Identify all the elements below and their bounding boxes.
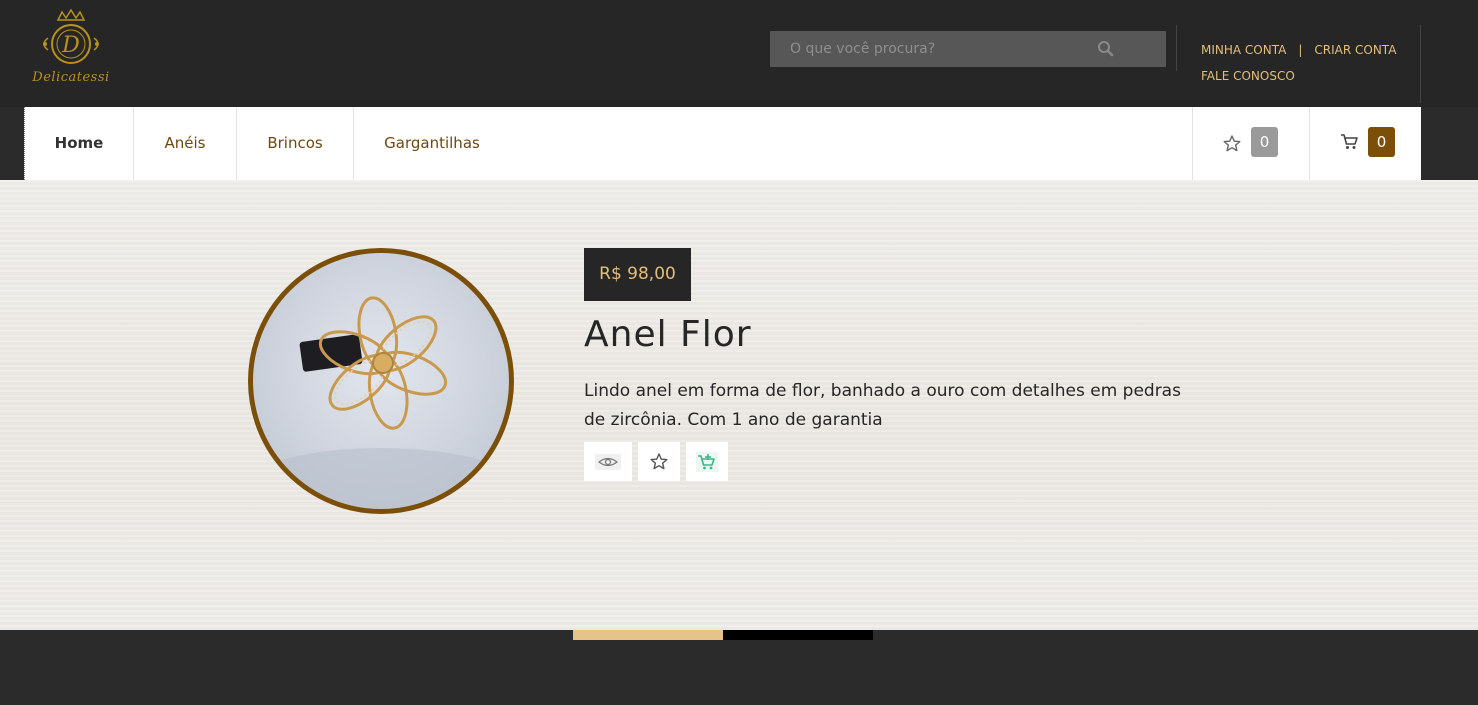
nav-item-gargantilhas[interactable]: Gargantilhas [354, 107, 510, 180]
main-nav: Home Anéis Brincos Gargantilhas 0 0 [24, 107, 1421, 180]
nav-item-label: Brincos [267, 134, 323, 152]
cart-icon [1341, 134, 1358, 149]
logo[interactable]: D Delicatessi [28, 8, 114, 92]
header-divider [1176, 25, 1177, 71]
nav-item-label: Home [54, 134, 104, 152]
eye-icon [595, 453, 621, 470]
nav-item-home[interactable]: Home [25, 107, 134, 180]
product-image[interactable] [248, 248, 514, 514]
crown-monogram-icon: D [43, 8, 99, 64]
create-account-link[interactable]: CRIAR CONTA [1314, 43, 1396, 57]
add-to-wishlist-button[interactable] [638, 442, 680, 481]
cart-count-badge: 0 [1368, 127, 1395, 157]
wishlist-button[interactable]: 0 [1192, 107, 1309, 180]
add-to-cart-icon [696, 451, 718, 472]
nav-item-label: Anéis [164, 134, 206, 152]
cart-button[interactable]: 0 [1309, 107, 1422, 180]
my-account-link[interactable]: MINHA CONTA [1201, 43, 1286, 57]
logo-text: Delicatessi [32, 70, 110, 85]
star-icon [650, 452, 668, 469]
product-title: Anel Flor [584, 314, 752, 355]
slider-indicator-active[interactable] [573, 630, 723, 640]
nav-item-aneis[interactable]: Anéis [134, 107, 237, 180]
header: D Delicatessi MINHA CONTA | CRIAR CONTA FA… [0, 0, 1478, 107]
add-to-cart-button[interactable] [686, 442, 728, 481]
star-icon [1223, 135, 1241, 152]
product-description: Lindo anel em forma de flor, banhado a o… [584, 381, 1181, 430]
contact-link[interactable]: FALE CONOSCO [1201, 69, 1295, 83]
search-bar [770, 31, 1166, 67]
slider-indicator[interactable] [723, 630, 873, 640]
svg-text:D: D [61, 33, 80, 58]
account-links: MINHA CONTA | CRIAR CONTA FALE CONOSCO [1201, 43, 1396, 83]
quick-view-button[interactable] [584, 442, 632, 481]
search-icon[interactable] [1096, 39, 1116, 59]
product-hero: R$ 98,00 Anel Flor Lindo anel em forma d… [0, 180, 1478, 630]
nav-item-brincos[interactable]: Brincos [237, 107, 354, 180]
wishlist-count-badge: 0 [1251, 127, 1278, 157]
nav-item-label: Gargantilhas [384, 134, 480, 152]
product-price: R$ 98,00 [584, 248, 691, 301]
header-divider-right [1420, 25, 1421, 103]
account-separator: | [1298, 43, 1303, 57]
ring-image-icon [253, 296, 509, 509]
search-input[interactable] [770, 31, 1100, 67]
